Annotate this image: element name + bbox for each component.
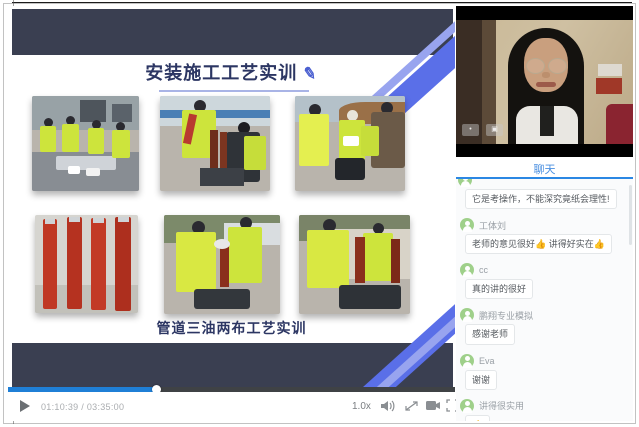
chat-username: 鹏翔专业模拟 [479,309,533,322]
chat-username: 讲得很实用 [479,399,524,412]
presentation-slide[interactable]: 安装施工工艺实训 ✎ [8,6,455,387]
slide-caption: 管道三油两布工艺实训 [8,318,455,338]
chat-tab[interactable]: 聊天 [456,158,633,179]
pencil-icon: ✎ [302,63,320,85]
chat-bubble: 它是考操作，不能深究竟纸会理性! [465,189,617,209]
slide-photo-6 [299,215,410,314]
chat-tab-label: 聊天 [456,161,633,177]
avatar [460,263,474,277]
slide-title: 安装施工工艺实训 ✎ [8,59,455,85]
chat-message: cc 真的讲的很好 [456,261,633,299]
chat-message: Eva 谢谢 [456,352,633,390]
play-button[interactable] [20,400,30,412]
camera-toggle-icon[interactable]: ▣ [486,124,503,136]
chat-message: 工体刘 老师的意见很好👍 讲得好实在👍 [456,216,633,254]
playback-speed-button[interactable]: 1.0x [352,401,371,412]
avatar [460,218,474,232]
camera-icon[interactable] [425,399,441,412]
chat-message: 它是考操作，不能深究竟纸会理性! [456,181,633,209]
chat-message: 鹏翔专业模拟 感谢老师 [456,306,633,344]
frame-line [12,2,632,3]
chat-username: Eva [479,356,495,366]
webcam-feed: • ▣ [456,20,633,144]
slide-photo-2 [160,96,270,191]
slide-photo-5 [164,215,280,314]
chat-bubble: 老师的意见很好👍 讲得好实在👍 [465,234,612,254]
chat-bubble: 真的讲的很好 [465,279,533,299]
webcam-video[interactable]: • ▣ [456,6,633,157]
player-controls: 01:10:39 / 03:35:00 1.0x [8,392,455,421]
avatar [460,399,474,413]
volume-icon[interactable] [380,399,396,413]
avatar [460,354,474,368]
slide-top-bar [12,9,453,55]
chat-bubble: 感谢老师 [465,324,515,344]
chat-username: 工体刘 [479,219,506,232]
slide-photo-4 [35,215,138,313]
slide-photo-3 [295,96,405,191]
mic-icon[interactable]: • [462,124,479,136]
chat-message: 讲得很实用 👍 [456,397,633,421]
slide-photo-1 [32,96,139,191]
avatar [460,308,474,322]
chat-username: cc [479,265,488,275]
time-display: 01:10:39 / 03:35:00 [41,402,124,412]
lines-icon[interactable] [404,399,419,413]
chat-bubble: 谢谢 [465,370,497,390]
title-underline [159,90,309,92]
chat-message-list[interactable]: 它是考操作，不能深究竟纸会理性! 工体刘 老师的意见很好👍 讲得好实在👍 cc … [456,179,633,421]
chat-bubble: 👍 [465,415,490,421]
